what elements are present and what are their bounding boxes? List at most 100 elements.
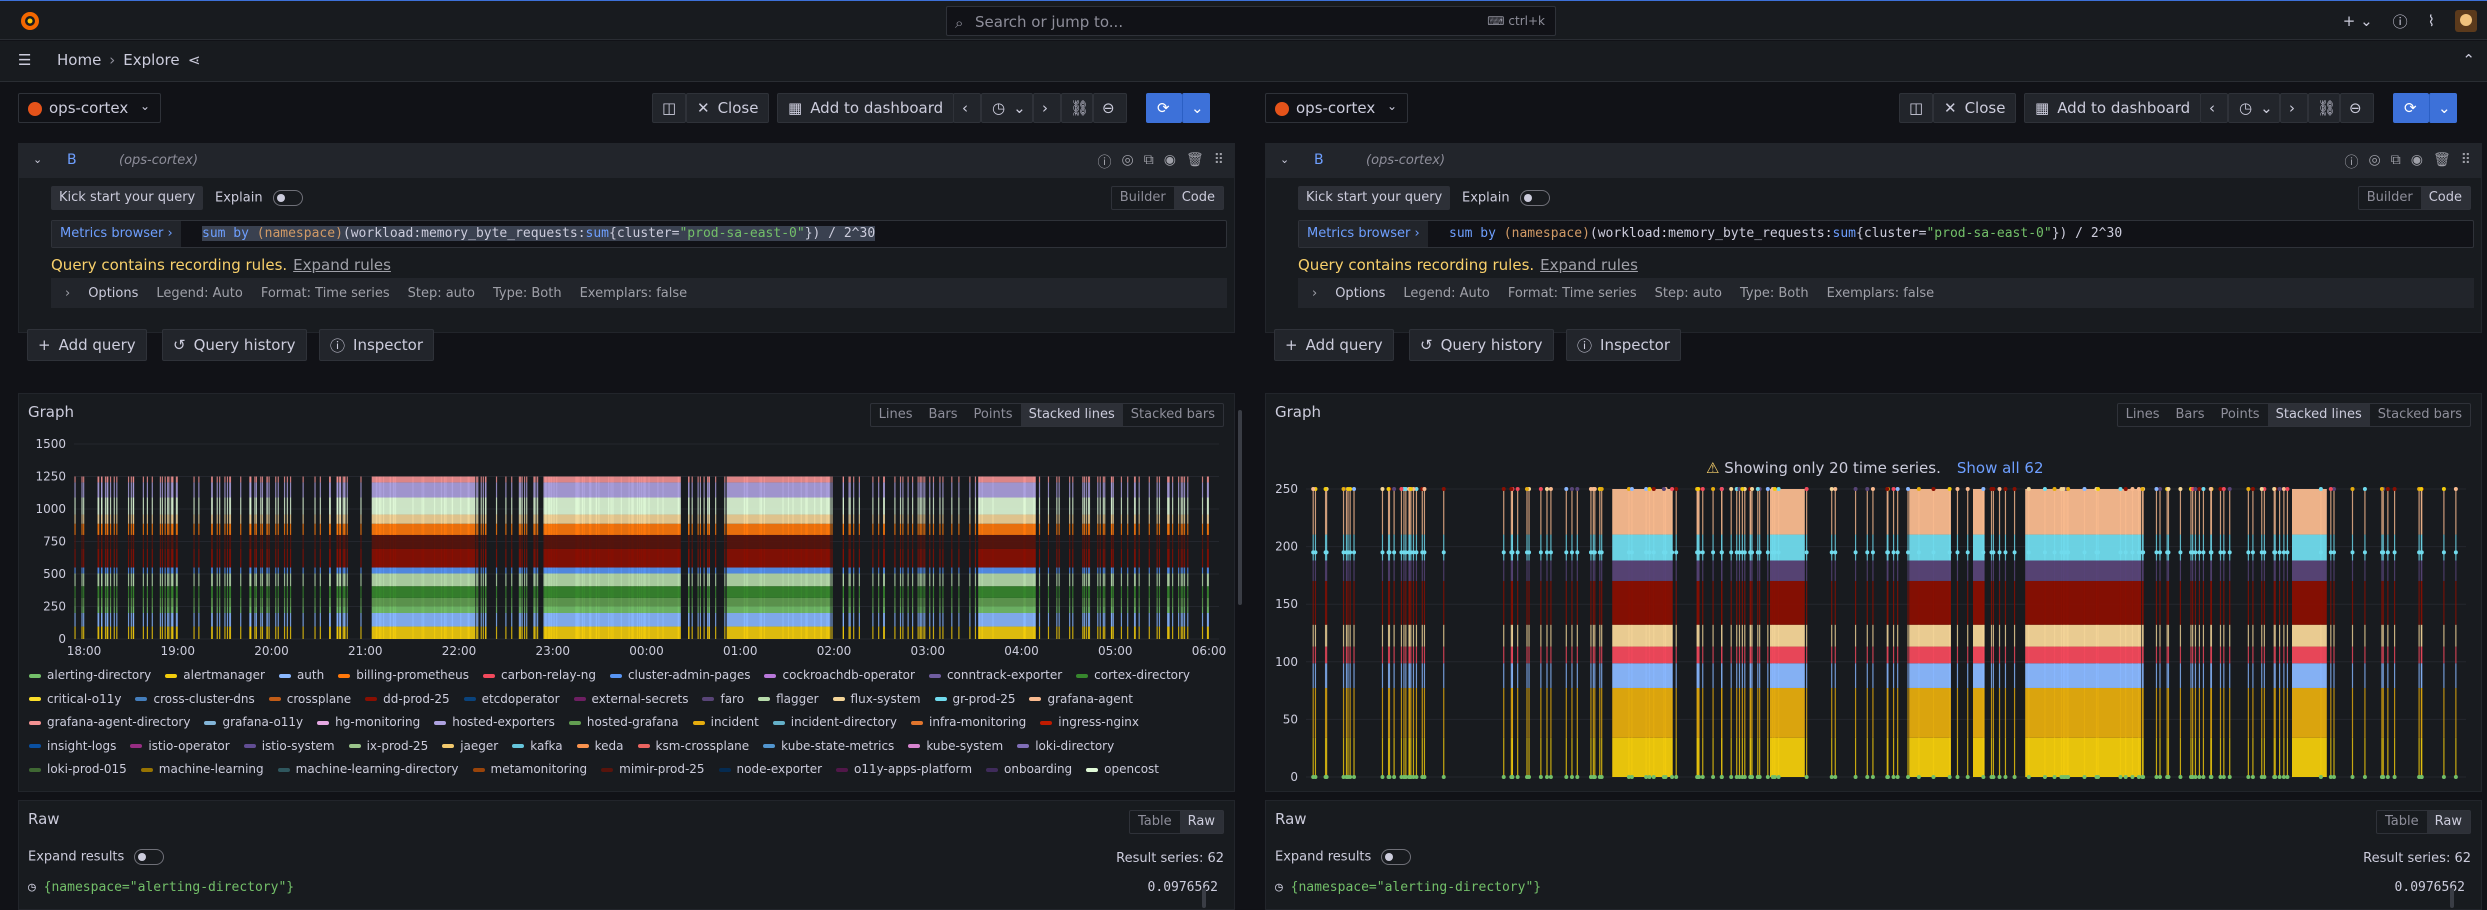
time-back-button[interactable]: ‹ [2200, 93, 2228, 123]
datasource-picker[interactable]: ops-cortex⌄ [18, 93, 161, 123]
graph-chart[interactable]: 050100150200250 [1266, 394, 2481, 791]
inspector-button[interactable]: ⓘInspector [319, 329, 434, 361]
expand-results-toggle[interactable]: Expand results [28, 849, 164, 865]
legend-item[interactable]: billing-prometheus [338, 664, 469, 688]
legend-item[interactable]: cockroachdb-operator [764, 664, 914, 688]
query-expression[interactable]: sum by (namespace)(workload:memory_byte_… [1449, 226, 2122, 241]
builder-tab[interactable]: Builder [2359, 187, 2421, 209]
expand-results-toggle[interactable]: Expand results [1275, 849, 1411, 865]
legend-item[interactable]: grafana-o11y [204, 711, 303, 735]
time-back-button[interactable]: ‹ [953, 93, 981, 123]
refresh-interval-dropdown[interactable]: ⌄ [1182, 93, 1210, 123]
legend-item[interactable]: conntrack-exporter [929, 664, 1062, 688]
legend-item[interactable]: onboarding [986, 758, 1072, 782]
raw-mode-selector[interactable]: TableRaw [1129, 810, 1224, 834]
scrollbar[interactable] [2450, 888, 2454, 908]
raw-mode-raw[interactable]: Raw [2427, 811, 2470, 833]
legend-item[interactable]: gr-prod-25 [935, 688, 1016, 712]
legend-item[interactable]: loki-prod-015 [29, 758, 127, 782]
explain-toggle[interactable]: Explain [1462, 190, 1550, 206]
explain-switch[interactable] [1520, 190, 1550, 206]
raw-mode-table[interactable]: Table [1130, 811, 1180, 833]
menu-icon[interactable]: ☰ [18, 51, 31, 69]
duplicate-icon[interactable]: ⧉ [1144, 152, 1154, 172]
legend-item[interactable]: faro [702, 688, 744, 712]
drag-handle-icon[interactable]: ⠿ [1214, 152, 1224, 172]
expand-rules-link[interactable]: Expand rules [293, 256, 391, 274]
replace-icon[interactable]: ◎ [1122, 152, 1134, 172]
legend-item[interactable]: ingress-nginx [1040, 711, 1139, 735]
scrollbar[interactable] [1202, 888, 1206, 908]
help-icon[interactable]: ⓘ [2345, 152, 2359, 172]
time-picker[interactable]: ◷⌄ [2228, 93, 2280, 123]
legend-item[interactable]: keda [577, 735, 624, 759]
legend-item[interactable]: loki-directory [1017, 735, 1114, 759]
editor-mode-toggle[interactable]: Builder Code [2358, 186, 2471, 210]
legend-item[interactable]: ix-prod-25 [349, 735, 429, 759]
code-tab[interactable]: Code [1174, 187, 1223, 209]
collapse-query-icon[interactable]: ⌄ [33, 153, 42, 166]
collapse-query-icon[interactable]: ⌄ [1280, 153, 1289, 166]
query-editor[interactable]: Metrics browser › sum by (namespace)(wor… [1298, 220, 2474, 248]
legend-item[interactable]: istio-system [244, 735, 335, 759]
raw-mode-table[interactable]: Table [2377, 811, 2427, 833]
legend-item[interactable]: node-exporter [719, 758, 822, 782]
legend-item[interactable]: incident-directory [773, 711, 897, 735]
time-picker[interactable]: ◷⌄ [981, 93, 1033, 123]
legend-item[interactable]: grafana-agent [1029, 688, 1132, 712]
query-options[interactable]: › Options Legend: Auto Format: Time seri… [1298, 278, 2474, 308]
expand-results-switch[interactable] [134, 849, 164, 865]
query-history-button[interactable]: ↺Query history [1409, 329, 1554, 361]
raw-mode-selector[interactable]: TableRaw [2376, 810, 2471, 834]
legend-item[interactable]: auth [279, 664, 324, 688]
search-input[interactable]: ⌕ Search or jump to... ⌨ ctrl+k [946, 6, 1556, 36]
legend-item[interactable]: ksm-crossplane [638, 735, 750, 759]
legend-item[interactable]: external-secrets [574, 688, 689, 712]
add-query-button[interactable]: +Add query [1274, 329, 1394, 361]
refresh-button[interactable]: ⟳ [1146, 93, 1182, 123]
legend-item[interactable]: alertmanager [165, 664, 265, 688]
inspector-button[interactable]: ⓘInspector [1566, 329, 1681, 361]
datasource-picker[interactable]: ops-cortex⌄ [1265, 93, 1408, 123]
query-ref-id[interactable]: B [67, 152, 77, 168]
eye-icon[interactable]: ◉ [1164, 152, 1176, 172]
scrollbar[interactable] [1238, 410, 1242, 605]
share-icon[interactable]: ⋖ [188, 51, 201, 69]
legend-item[interactable]: alerting-directory [29, 664, 151, 688]
builder-tab[interactable]: Builder [1112, 187, 1174, 209]
grafana-logo-icon[interactable] [18, 9, 42, 33]
raw-mode-raw[interactable]: Raw [1180, 811, 1223, 833]
rss-icon[interactable]: ⌇ [2428, 12, 2435, 30]
drag-handle-icon[interactable]: ⠿ [2461, 152, 2471, 172]
split-icon[interactable]: ◫ [1899, 93, 1933, 123]
query-expression[interactable]: sum by (namespace)(workload:memory_byte_… [202, 226, 875, 241]
kick-start-button[interactable]: Kick start your query [51, 186, 203, 210]
expand-rules-link[interactable]: Expand rules [1540, 256, 1638, 274]
avatar[interactable] [2455, 10, 2477, 32]
explain-toggle[interactable]: Explain [215, 190, 303, 206]
close-button[interactable]: ✕Close [686, 93, 769, 123]
legend-item[interactable]: cortex-directory [1076, 664, 1190, 688]
link-icon[interactable]: ⛓ [2308, 93, 2340, 123]
query-history-button[interactable]: ↺Query history [162, 329, 307, 361]
legend-item[interactable]: machine-learning-directory [278, 758, 459, 782]
eye-icon[interactable]: ◉ [2411, 152, 2423, 172]
help-icon[interactable]: ⓘ [1098, 152, 1112, 172]
zoom-out-icon[interactable]: ⊖ [2340, 93, 2374, 123]
legend-item[interactable]: hg-monitoring [317, 711, 420, 735]
query-ref-id[interactable]: B [1314, 152, 1324, 168]
duplicate-icon[interactable]: ⧉ [2391, 152, 2401, 172]
legend-item[interactable]: kube-state-metrics [763, 735, 894, 759]
legend-item[interactable]: cross-cluster-dns [135, 688, 254, 712]
legend-item[interactable]: grafana-agent-directory [29, 711, 190, 735]
code-tab[interactable]: Code [2421, 187, 2470, 209]
zoom-out-icon[interactable]: ⊖ [1093, 93, 1127, 123]
kick-start-button[interactable]: Kick start your query [1298, 186, 1450, 210]
query-options[interactable]: › Options Legend: Auto Format: Time seri… [51, 278, 1227, 308]
replace-icon[interactable]: ◎ [2369, 152, 2381, 172]
legend-item[interactable]: etcdoperator [464, 688, 560, 712]
breadcrumb-home[interactable]: Home [57, 51, 101, 69]
legend-item[interactable]: dd-prod-25 [365, 688, 449, 712]
add-query-button[interactable]: +Add query [27, 329, 147, 361]
legend-item[interactable]: kube-system [908, 735, 1003, 759]
